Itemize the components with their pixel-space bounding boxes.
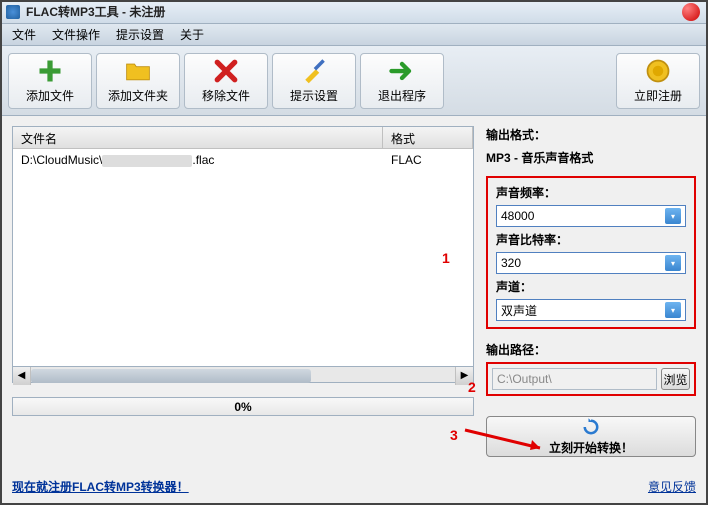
file-list-header: 文件名 格式 bbox=[13, 127, 473, 149]
table-row[interactable]: D:\CloudMusic\.flac FLAC bbox=[13, 149, 473, 171]
file-name-cell: D:\CloudMusic\.flac bbox=[13, 151, 383, 169]
hint-settings-button[interactable]: 提示设置 bbox=[272, 53, 356, 109]
chevron-down-icon: ▾ bbox=[665, 208, 681, 224]
toolbar: 添加文件 添加文件夹 移除文件 提示设置 退出程序 立即注册 bbox=[0, 46, 708, 116]
file-list-body: D:\CloudMusic\.flac FLAC bbox=[13, 149, 473, 366]
freq-select[interactable]: 48000 ▾ bbox=[496, 205, 686, 227]
output-path-input[interactable] bbox=[492, 368, 657, 390]
freq-label: 声音频率： bbox=[496, 184, 686, 201]
menu-file[interactable]: 文件 bbox=[4, 24, 44, 45]
remove-file-button[interactable]: 移除文件 bbox=[184, 53, 268, 109]
add-file-button[interactable]: 添加文件 bbox=[8, 53, 92, 109]
add-folder-button[interactable]: 添加文件夹 bbox=[96, 53, 180, 109]
scroll-right-icon[interactable]: ▶ bbox=[455, 367, 473, 385]
annotation-3: 3 bbox=[450, 427, 458, 443]
window-title: FLAC转MP3工具 - 未注册 bbox=[26, 3, 165, 20]
progress-text: 0% bbox=[234, 400, 251, 414]
chevron-down-icon: ▾ bbox=[665, 255, 681, 271]
register-link[interactable]: 现在就注册FLAC转MP3转换器！ bbox=[12, 478, 189, 495]
folder-icon bbox=[124, 57, 152, 85]
feedback-link[interactable]: 意见反馈 bbox=[648, 478, 696, 495]
output-path-row: 浏览 bbox=[486, 362, 696, 396]
channel-label: 声道： bbox=[496, 278, 686, 295]
close-icon[interactable] bbox=[682, 3, 700, 21]
output-path-label: 输出路径： bbox=[486, 341, 696, 358]
tools-icon bbox=[300, 57, 328, 85]
redacted-mask bbox=[102, 155, 192, 167]
bitrate-select[interactable]: 320 ▾ bbox=[496, 252, 686, 274]
scroll-left-icon[interactable]: ◀ bbox=[13, 367, 31, 385]
file-format-cell: FLAC bbox=[383, 151, 473, 169]
audio-settings-box: 声音频率： 48000 ▾ 声音比特率： 320 ▾ 声道： 双声道 ▾ bbox=[486, 176, 696, 329]
menu-hint[interactable]: 提示设置 bbox=[108, 24, 172, 45]
menu-fileop[interactable]: 文件操作 bbox=[44, 24, 108, 45]
progress-bar: 0% bbox=[12, 397, 474, 416]
output-format-label: 输出格式： bbox=[486, 126, 696, 143]
horizontal-scrollbar[interactable]: ◀ ▶ bbox=[12, 367, 474, 384]
chevron-down-icon: ▾ bbox=[665, 302, 681, 318]
browse-button[interactable]: 浏览 bbox=[661, 368, 690, 390]
channel-select[interactable]: 双声道 ▾ bbox=[496, 299, 686, 321]
col-filename[interactable]: 文件名 bbox=[13, 127, 383, 148]
refresh-icon bbox=[581, 417, 601, 437]
footer: 现在就注册FLAC转MP3转换器！ 意见反馈 bbox=[12, 478, 696, 495]
menubar: 文件 文件操作 提示设置 关于 bbox=[0, 24, 708, 46]
titlebar: FLAC转MP3工具 - 未注册 bbox=[0, 0, 708, 24]
bitrate-label: 声音比特率： bbox=[496, 231, 686, 248]
col-format[interactable]: 格式 bbox=[383, 127, 473, 148]
file-list[interactable]: 文件名 格式 D:\CloudMusic\.flac FLAC bbox=[12, 126, 474, 367]
app-icon bbox=[6, 5, 20, 19]
plus-icon bbox=[36, 57, 64, 85]
register-button[interactable]: 立即注册 bbox=[616, 53, 700, 109]
exit-button[interactable]: 退出程序 bbox=[360, 53, 444, 109]
output-format-value: MP3 - 音乐声音格式 bbox=[486, 149, 696, 166]
menu-about[interactable]: 关于 bbox=[172, 24, 212, 45]
arrow-right-icon bbox=[388, 57, 416, 85]
scrollbar-thumb[interactable] bbox=[31, 369, 311, 383]
coin-icon bbox=[644, 57, 672, 85]
start-convert-button[interactable]: 立刻开始转换！ bbox=[486, 416, 696, 457]
x-icon bbox=[212, 57, 240, 85]
